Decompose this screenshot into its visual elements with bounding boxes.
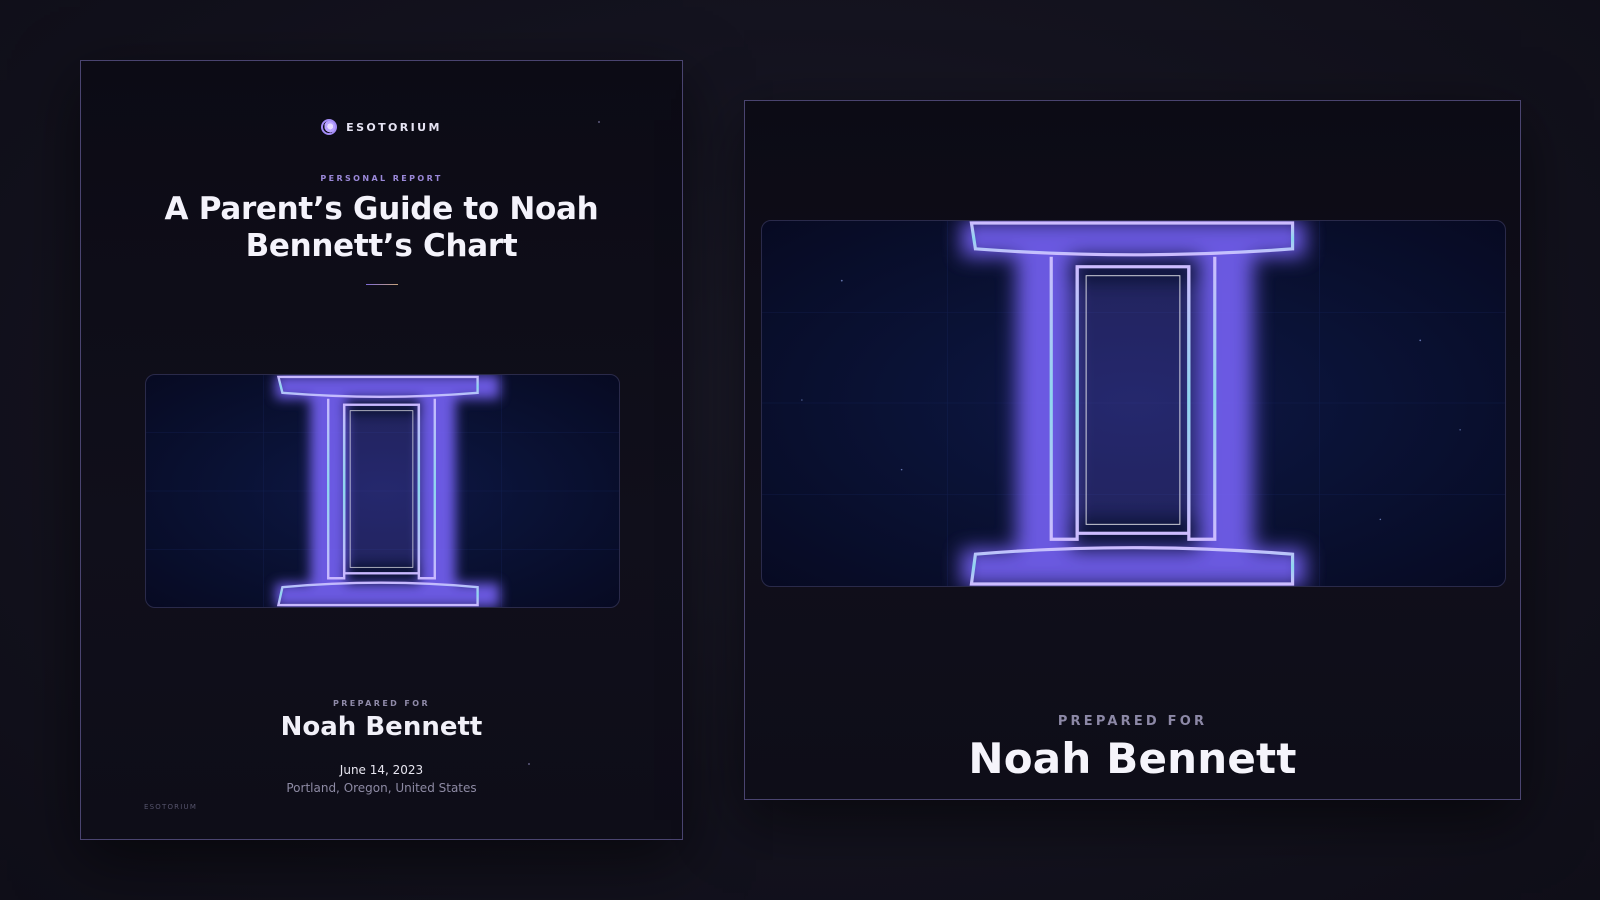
report-title: A Parent’s Guide to Noah Bennett’s Chart xyxy=(164,191,599,264)
brand-header: ESOTORIUM xyxy=(81,119,682,135)
prepared-for-label: PREPARED FOR xyxy=(332,699,431,708)
report-cover-card[interactable]: ESOTORIUM PERSONAL REPORT A Parent’s Gui… xyxy=(80,60,683,840)
star-dot xyxy=(598,121,600,123)
cover-preview-card[interactable]: PREPARED FOR Noah Bennett xyxy=(744,100,1521,800)
brand-name: ESOTORIUM xyxy=(346,120,442,134)
star-dot xyxy=(528,763,530,765)
recipient-name: Noah Bennett xyxy=(280,712,483,742)
gemini-artwork-small xyxy=(145,374,620,608)
gemini-glyph-icon xyxy=(762,221,1505,586)
report-kicker: PERSONAL REPORT xyxy=(320,174,443,183)
footer-brand: ESOTORIUM xyxy=(144,803,198,811)
moon-logo-icon xyxy=(321,119,338,135)
recipient-name: Noah Bennett xyxy=(968,734,1297,783)
gemini-glyph-icon xyxy=(146,375,619,607)
title-divider xyxy=(366,284,398,285)
prepared-for-label: PREPARED FOR xyxy=(1057,714,1208,729)
birth-location: Portland, Oregon, United States xyxy=(286,781,477,795)
gemini-artwork-large xyxy=(761,220,1506,587)
birth-date: June 14, 2023 xyxy=(339,763,424,777)
